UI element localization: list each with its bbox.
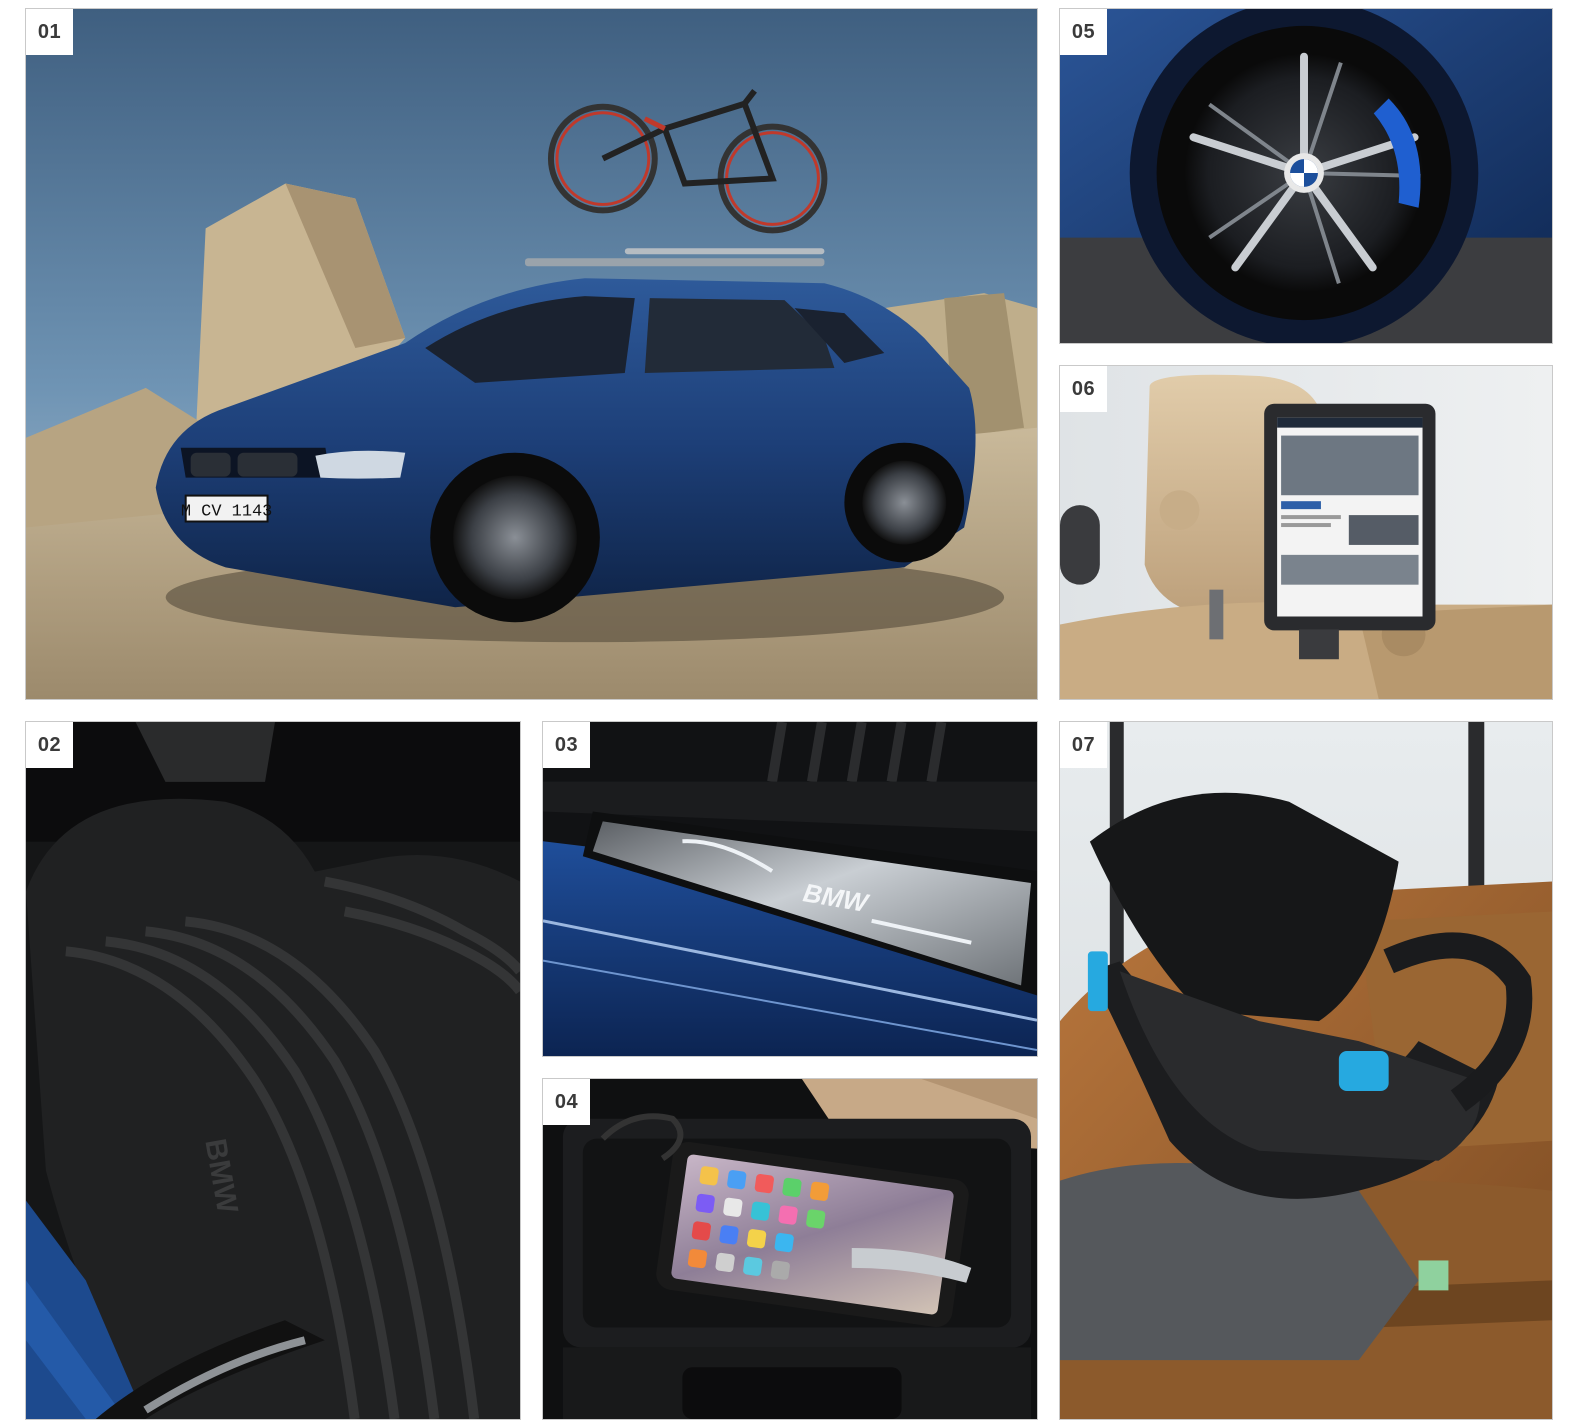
photo-tile-06: 06 [1059, 365, 1553, 700]
child-car-seat-image [1060, 722, 1552, 1419]
photo-tile-07: 07 [1059, 721, 1553, 1420]
photo-tile-04: 04 [542, 1078, 1038, 1420]
tile-number-badge: 06 [1060, 366, 1107, 412]
photo-tile-05: 05 [1059, 8, 1553, 344]
tile-number-badge: 05 [1060, 9, 1107, 55]
alloy-wheel-image [1060, 9, 1552, 343]
smartphone-holder-image [543, 1079, 1037, 1419]
tile-number-badge: 01 [26, 9, 73, 55]
tile-number-badge: 03 [543, 722, 590, 768]
tile-number-badge: 04 [543, 1079, 590, 1125]
door-sill-image: BMW [543, 722, 1037, 1056]
photo-tile-01: M CV 1143 01 [25, 8, 1038, 700]
photo-tile-03: BMW 03 [542, 721, 1038, 1057]
tile-number-badge: 07 [1060, 722, 1107, 768]
photo-tile-02: BMW 02 [25, 721, 521, 1420]
tile-number-badge: 02 [26, 722, 73, 768]
floor-mat-image: BMW [26, 722, 520, 1419]
headrest-tablet-holder-image [1060, 366, 1552, 699]
sedan-with-bike-rack-image: M CV 1143 [26, 9, 1037, 699]
license-plate-text: M CV 1143 [181, 503, 273, 522]
